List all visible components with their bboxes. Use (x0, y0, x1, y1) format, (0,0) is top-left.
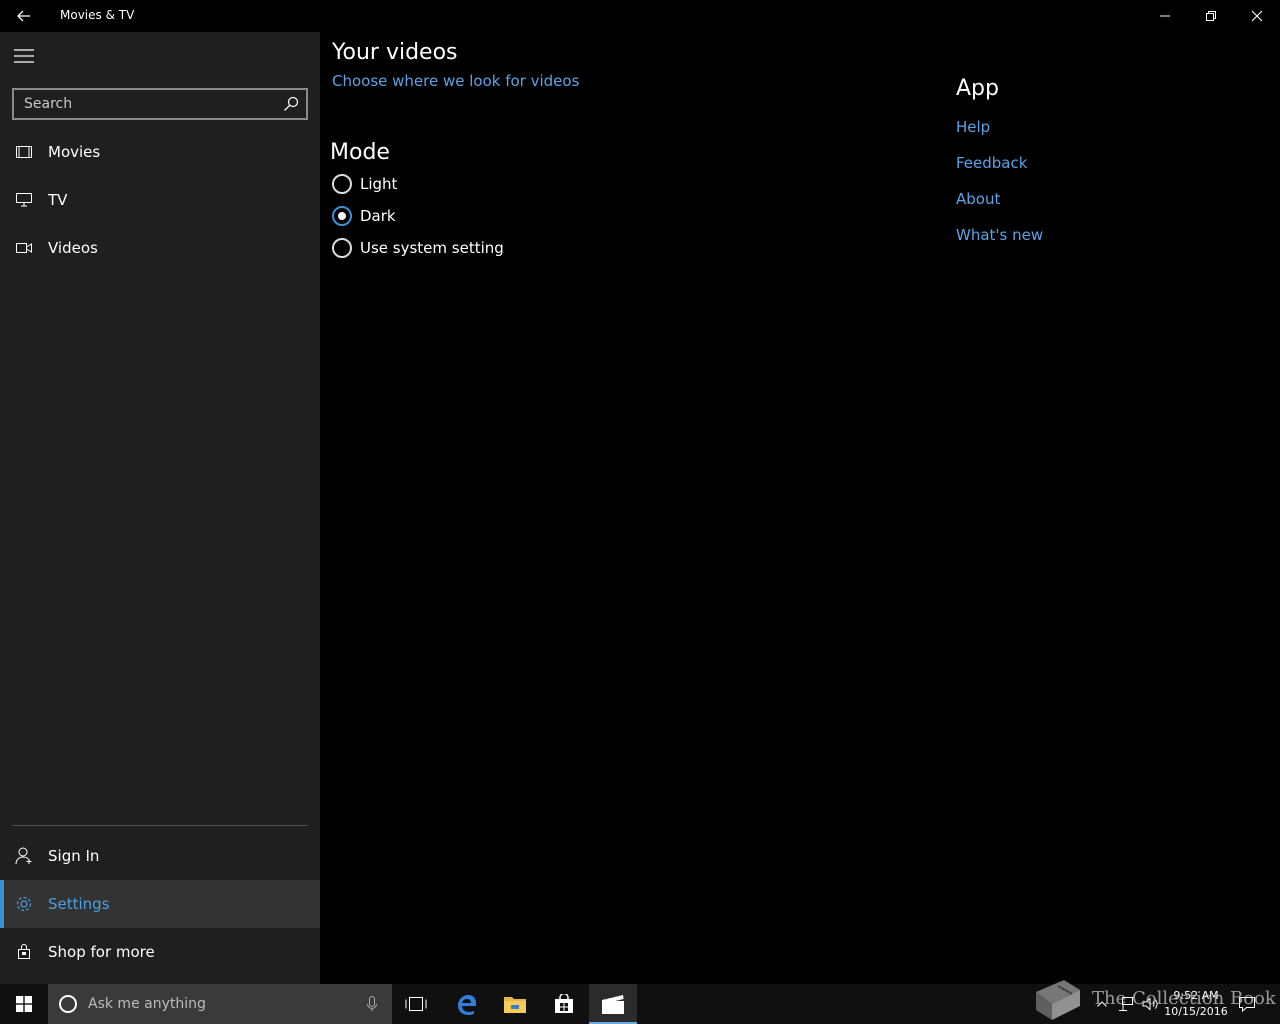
task-view-icon (405, 997, 427, 1011)
window-title: Movies & TV (60, 8, 135, 22)
help-link[interactable]: Help (956, 118, 990, 136)
edge-icon (458, 995, 476, 1015)
microphone-icon[interactable] (362, 994, 382, 1014)
title-bar: Movies & TV (0, 0, 1280, 32)
movies-tv-taskbar-button[interactable] (589, 984, 637, 1024)
nav-item-label: Settings (48, 895, 110, 913)
mode-radio-dark[interactable]: Dark (332, 204, 396, 228)
restore-button[interactable] (1188, 0, 1234, 32)
nav-separator (12, 825, 308, 826)
store-button[interactable] (540, 984, 588, 1024)
search-box (12, 88, 308, 120)
system-clock[interactable]: 9:52 AM 10/15/2016 (1160, 988, 1232, 1020)
radio-circle (332, 206, 352, 226)
chevron-up-icon (1097, 1001, 1107, 1007)
menu-button[interactable] (0, 40, 48, 72)
close-button[interactable] (1234, 0, 1280, 32)
radio-label: Dark (360, 207, 396, 225)
cortana-placeholder: Ask me anything (88, 996, 206, 1012)
mode-heading: Mode (330, 140, 390, 165)
hamburger-icon (14, 49, 34, 63)
about-link[interactable]: About (956, 190, 1000, 208)
nav-item-tv[interactable]: TV (0, 176, 320, 224)
video-camera-icon (0, 224, 48, 272)
nav-item-sign-in[interactable]: Sign In (0, 832, 320, 880)
nav-item-label: Videos (48, 239, 98, 257)
your-videos-heading: Your videos (332, 40, 458, 65)
file-explorer-button[interactable] (491, 984, 539, 1024)
edge-browser-button[interactable] (442, 984, 490, 1024)
radio-label: Light (360, 175, 398, 193)
mode-radio-system[interactable]: Use system setting (332, 236, 504, 260)
minimize-icon (1160, 15, 1170, 17)
search-input[interactable] (14, 90, 276, 118)
nav-item-label: TV (48, 191, 68, 209)
gear-icon (0, 880, 48, 928)
mode-radio-light[interactable]: Light (332, 172, 397, 196)
show-hidden-icons-button[interactable] (1092, 984, 1112, 1024)
monitor-icon (0, 176, 48, 224)
navigation-pane: Movies TV Videos Sign In Settings Shop f… (0, 32, 320, 984)
speaker-icon (1142, 997, 1158, 1011)
start-button[interactable] (0, 984, 48, 1024)
search-icon (284, 96, 299, 111)
network-icon (1119, 997, 1133, 1011)
radio-circle (332, 174, 352, 194)
feedback-link[interactable]: Feedback (956, 154, 1027, 172)
search-button[interactable] (280, 94, 302, 114)
nav-item-shop-for-more[interactable]: Shop for more (0, 928, 320, 976)
network-button[interactable] (1116, 984, 1136, 1024)
close-icon (1251, 10, 1263, 22)
clock-date: 10/15/2016 (1164, 1005, 1228, 1018)
notification-icon (1239, 997, 1255, 1012)
minimize-button[interactable] (1142, 0, 1188, 32)
clock-time: 9:52 AM (1173, 989, 1219, 1002)
windows-logo-icon (16, 996, 32, 1012)
taskbar: Ask me anything 9:52 AM 10/15/2016 (0, 984, 1280, 1024)
nav-item-videos[interactable]: Videos (0, 224, 320, 272)
folder-icon (504, 997, 526, 1013)
radio-label: Use system setting (360, 239, 504, 257)
person-icon (0, 832, 48, 880)
whats-new-link[interactable]: What's new (956, 226, 1043, 244)
nav-item-label: Shop for more (48, 943, 155, 961)
nav-item-movies[interactable]: Movies (0, 128, 320, 176)
clapperboard-icon (602, 993, 624, 1014)
volume-button[interactable] (1140, 984, 1160, 1024)
cortana-search-box[interactable]: Ask me anything (48, 984, 392, 1024)
nav-item-settings[interactable]: Settings (0, 880, 320, 928)
task-view-button[interactable] (392, 984, 440, 1024)
action-center-button[interactable] (1236, 984, 1258, 1024)
settings-page: Your videos Choose where we look for vid… (320, 32, 1280, 984)
shopping-bag-icon (0, 928, 48, 976)
nav-item-label: Sign In (48, 847, 100, 865)
nav-item-label: Movies (48, 143, 101, 161)
radio-circle (332, 238, 352, 258)
back-arrow-icon (17, 10, 30, 22)
restore-icon (1206, 11, 1216, 21)
film-icon (0, 128, 48, 176)
choose-video-folders-link[interactable]: Choose where we look for videos (332, 72, 579, 90)
cortana-icon (48, 984, 88, 1024)
store-bag-icon (555, 994, 573, 1013)
back-button[interactable] (8, 0, 40, 32)
app-heading: App (956, 76, 999, 101)
